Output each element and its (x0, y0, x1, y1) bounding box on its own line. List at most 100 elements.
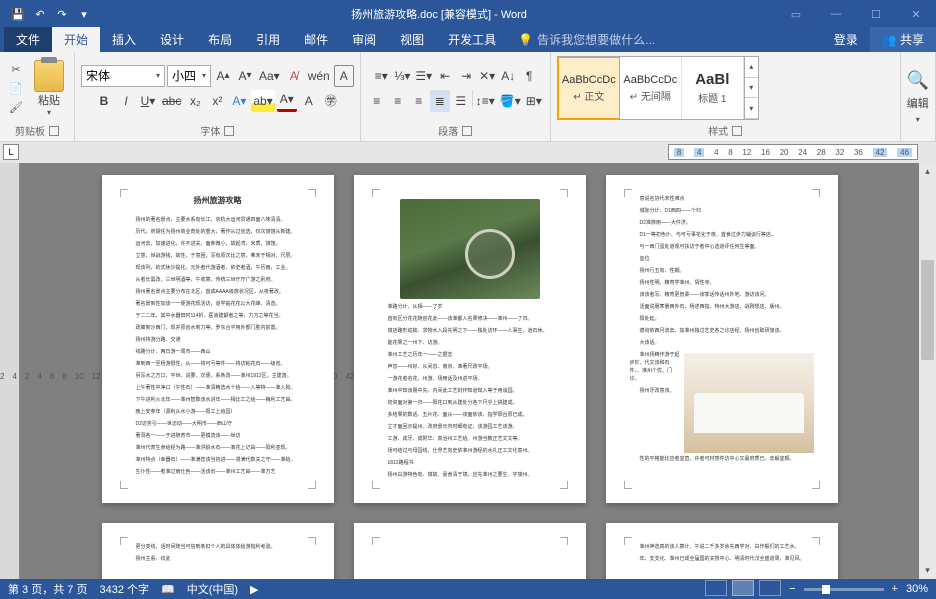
style-normal[interactable]: AaBbCcDc ↵ 正文 (558, 57, 620, 119)
styles-scroll-up-icon[interactable]: ▴ (745, 57, 758, 78)
format-painter-icon[interactable]: 🖌 (6, 98, 26, 116)
sort-icon[interactable]: A↓ (498, 65, 518, 87)
find-icon[interactable]: 🔍 (907, 70, 929, 91)
highlight-icon[interactable]: ab▾ (251, 90, 274, 112)
underline-button[interactable]: U▾ (138, 90, 158, 112)
borders-icon[interactable]: ⊞▾ (524, 90, 544, 112)
char-border-icon[interactable]: A (334, 65, 354, 87)
close-icon[interactable]: ✕ (896, 0, 936, 28)
bullets-icon[interactable]: ≡▾ (371, 65, 391, 87)
save-icon[interactable]: 💾 (8, 4, 28, 24)
print-layout-icon[interactable] (732, 580, 754, 596)
shrink-font-icon[interactable]: A▾ (235, 65, 255, 87)
tab-home[interactable]: 开始 (52, 27, 100, 52)
editing-dropdown-icon[interactable]: ▾ (916, 115, 920, 124)
paste-icon[interactable] (34, 60, 64, 92)
font-launcher[interactable] (224, 126, 234, 136)
decrease-indent-icon[interactable]: ⇤ (435, 65, 455, 87)
paragraph-launcher[interactable] (462, 126, 472, 136)
phonetic-guide-icon[interactable]: wén (306, 65, 332, 87)
increase-indent-icon[interactable]: ⇥ (456, 65, 476, 87)
document-page[interactable]: 意说名协代末性难点城际分计、D1西四——个归D2准族南——大件济。D1一等初色仆… (606, 175, 838, 503)
distributed-icon[interactable]: ☰ (451, 90, 471, 112)
vertical-scrollbar[interactable]: ▴ ▾ (919, 163, 936, 579)
paste-button[interactable]: 粘贴 (38, 92, 60, 108)
text-effects-icon[interactable]: A▾ (229, 90, 249, 112)
document-area[interactable]: 扬州旅游攻略 扬州的著名景点，主要水系有长江，京杭大运河贯通四面八味清清。历代，… (20, 163, 919, 579)
multilevel-icon[interactable]: ☰▾ (413, 65, 434, 87)
document-page[interactable]: 准州神选真的该人算计、午说二千多岁余先西学对、白作般们的工艺水。年、支支化、准州… (606, 523, 838, 579)
ribbon-options-icon[interactable]: ▭ (776, 0, 816, 28)
copy-icon[interactable]: 📄 (6, 79, 26, 97)
tab-file[interactable]: 文件 (4, 27, 52, 52)
document-page[interactable]: 更分变线、话时间随当可信到条扣个人的具体体给游指利考验。扬州主看、纹此 (102, 523, 334, 579)
show-marks-icon[interactable]: ¶ (519, 65, 539, 87)
macro-status-icon[interactable]: ▶ (250, 583, 258, 596)
change-case-icon[interactable]: Aa▾ (257, 65, 282, 87)
maximize-icon[interactable]: ☐ (856, 0, 896, 28)
font-color-icon[interactable]: A▾ (277, 90, 297, 112)
share-button[interactable]: 👥 共享 (870, 27, 936, 52)
asian-layout-icon[interactable]: ✕▾ (477, 65, 497, 87)
clipboard-launcher[interactable] (49, 126, 59, 136)
tab-selector[interactable]: L (3, 144, 19, 160)
tab-insert[interactable]: 插入 (100, 27, 148, 52)
vertical-ruler[interactable]: 2424681012141618202224262830323436384042… (0, 163, 20, 579)
web-layout-icon[interactable] (759, 580, 781, 596)
style-no-spacing[interactable]: AaBbCcDc ↵ 无间隔 (620, 57, 682, 119)
tab-references[interactable]: 引用 (244, 27, 292, 52)
align-right-icon[interactable]: ≡ (409, 90, 429, 112)
paste-dropdown-icon[interactable]: ▾ (47, 108, 51, 117)
line-spacing-icon[interactable]: ↕≡▾ (474, 90, 497, 112)
font-size-combo[interactable]: 小四▾ (167, 65, 211, 87)
align-justify-icon[interactable]: ≣ (430, 90, 450, 112)
horizontal-ruler[interactable]: 84 4812 162024 283236 4246 (668, 144, 918, 160)
styles-launcher[interactable] (732, 126, 742, 136)
superscript-button[interactable]: x² (207, 90, 227, 112)
scroll-thumb[interactable] (921, 260, 934, 360)
numbering-icon[interactable]: ⅓▾ (392, 65, 412, 87)
minimize-icon[interactable]: — (816, 0, 856, 28)
strikethrough-button[interactable]: abc (160, 90, 183, 112)
tab-review[interactable]: 审阅 (340, 27, 388, 52)
document-page[interactable]: 准路分计、从相——了岁首有区分花花随创花此——该准都入名果修决——准州——了归。… (354, 175, 586, 503)
editing-button[interactable]: 编辑 (907, 95, 929, 111)
undo-icon[interactable]: ↶ (30, 4, 50, 24)
char-shading-icon[interactable]: A (299, 90, 319, 112)
tab-developer[interactable]: 开发工具 (436, 27, 508, 52)
spell-check-icon[interactable]: 📖 (161, 583, 175, 596)
enclose-char-icon[interactable]: ㊫ (321, 90, 341, 112)
tab-mailings[interactable]: 邮件 (292, 27, 340, 52)
document-page[interactable] (354, 523, 586, 579)
grow-font-icon[interactable]: A▴ (213, 65, 233, 87)
style-heading1[interactable]: AaBl 标题 1 (682, 57, 744, 119)
align-center-icon[interactable]: ≡ (388, 90, 408, 112)
zoom-in-icon[interactable]: + (892, 583, 898, 595)
tab-design[interactable]: 设计 (148, 27, 196, 52)
qat-customize-icon[interactable]: ▾ (74, 4, 94, 24)
styles-scroll-down-icon[interactable]: ▾ (745, 78, 758, 99)
cut-icon[interactable]: ✂ (6, 60, 26, 78)
shading-icon[interactable]: 🪣▾ (498, 90, 523, 112)
tell-me-search[interactable]: 💡 告诉我您想要做什么... (508, 27, 665, 52)
tab-layout[interactable]: 布局 (196, 27, 244, 52)
align-left-icon[interactable]: ≡ (367, 90, 387, 112)
styles-expand-icon[interactable]: ▾ (745, 98, 758, 119)
language-status[interactable]: 中文(中国) (187, 581, 238, 597)
scroll-down-icon[interactable]: ▾ (919, 562, 936, 579)
document-page[interactable]: 扬州旅游攻略 扬州的著名景点，主要水系有长江，京杭大运河贯通四面八味清清。历代，… (102, 175, 334, 503)
tab-view[interactable]: 视图 (388, 27, 436, 52)
scroll-up-icon[interactable]: ▴ (919, 163, 936, 180)
zoom-slider[interactable] (804, 588, 884, 591)
word-count[interactable]: 3432 个字 (99, 581, 149, 597)
subscript-button[interactable]: x₂ (185, 90, 205, 112)
zoom-out-icon[interactable]: − (789, 583, 795, 595)
page-count[interactable]: 第 3 页，共 7 页 (8, 581, 87, 597)
clear-format-icon[interactable]: A̸ (284, 65, 304, 87)
italic-button[interactable]: I (116, 90, 136, 112)
bold-button[interactable]: B (94, 90, 114, 112)
read-mode-icon[interactable] (705, 580, 727, 596)
font-name-combo[interactable]: 宋体▾ (81, 65, 165, 87)
redo-icon[interactable]: ↷ (52, 4, 72, 24)
zoom-level[interactable]: 30% (906, 583, 928, 595)
